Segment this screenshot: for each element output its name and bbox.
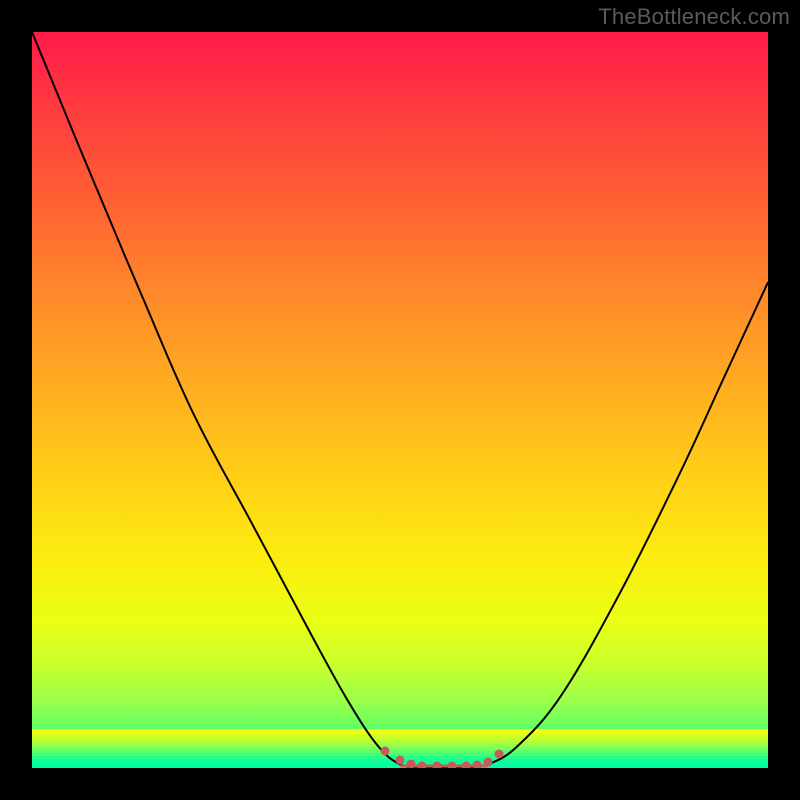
chart-frame: TheBottleneck.com [0,0,800,800]
curve-marker [495,750,504,759]
curve-marker [473,760,482,768]
curve-marker [462,762,471,769]
bottleneck-curve [32,32,768,768]
curve-marker [418,762,427,769]
curve-path [32,32,768,768]
curve-marker [484,757,493,766]
curve-marker [381,747,390,756]
curve-marker [407,759,416,768]
watermark-text: TheBottleneck.com [598,4,790,30]
curve-marker [396,756,405,765]
plot-area [32,32,768,768]
curve-marker [447,762,456,769]
curve-marker [432,762,441,769]
